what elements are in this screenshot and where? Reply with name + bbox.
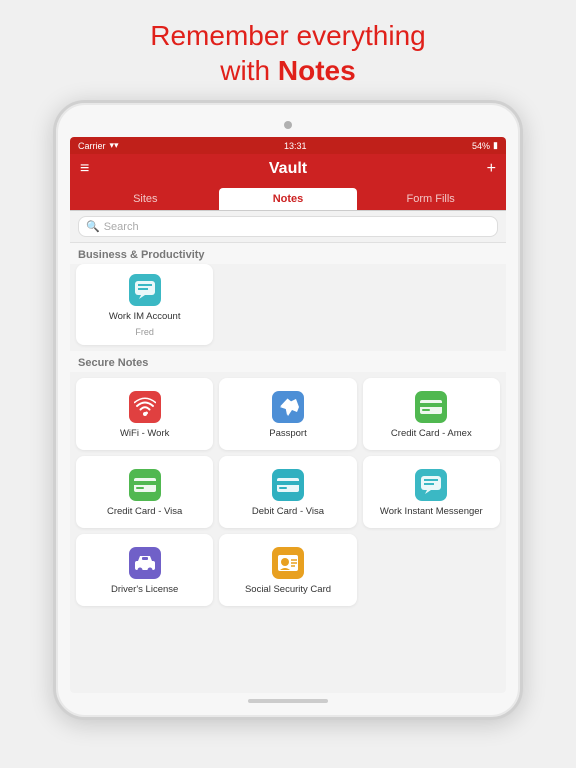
credit-card-icon-svg (419, 399, 443, 415)
carrier-label: Carrier (78, 141, 106, 151)
battery-label: 54% (472, 141, 490, 151)
social-security-label: Social Security Card (245, 584, 331, 595)
card-debit-visa[interactable]: Debit Card - Visa (219, 456, 356, 528)
wifi-work-icon (129, 391, 161, 423)
card-work-instant-messenger[interactable]: Work Instant Messenger (363, 456, 500, 528)
tab-sites[interactable]: Sites (76, 188, 215, 210)
work-instant-messenger-label: Work Instant Messenger (380, 506, 483, 517)
drivers-license-icon (129, 547, 161, 579)
messenger-icon-svg (420, 475, 442, 495)
secure-notes-grid: WiFi - Work Passport (70, 372, 506, 612)
wifi-icon: ▾▾ (110, 140, 119, 151)
credit-visa-label: Credit Card - Visa (107, 506, 182, 517)
promo-header: Remember everything with Notes (110, 0, 465, 100)
wifi-icon-svg (134, 396, 156, 418)
tab-notes[interactable]: Notes (219, 188, 358, 210)
card-social-security[interactable]: Social Security Card (219, 534, 356, 606)
passport-label: Passport (269, 428, 307, 439)
status-bar-left: Carrier ▾▾ (78, 140, 119, 151)
section-secure-notes: Secure Notes (70, 351, 506, 372)
section-business: Business & Productivity (70, 243, 506, 264)
passport-icon (272, 391, 304, 423)
status-bar-time: 13:31 (284, 141, 307, 151)
business-grid: Work IM Account Fred (70, 264, 506, 351)
message-icon-svg (134, 280, 156, 300)
social-security-icon (272, 547, 304, 579)
id-card-icon-svg (277, 553, 299, 573)
status-bar: Carrier ▾▾ 13:31 54% ▮ (70, 137, 506, 154)
drivers-license-label: Driver's License (111, 584, 178, 595)
device-camera (284, 121, 292, 129)
search-bar: 🔍 Search (70, 211, 506, 243)
work-im-label: Work IM Account (109, 311, 181, 322)
plane-icon-svg (277, 396, 299, 418)
nav-bar: ≡ Vault + (70, 154, 506, 184)
search-input-wrap[interactable]: 🔍 Search (78, 216, 498, 237)
content: Business & Productivity Work IM Account … (70, 243, 506, 693)
device: Carrier ▾▾ 13:31 54% ▮ ≡ Vault + Sites N… (53, 100, 523, 720)
tab-bar: Sites Notes Form Fills (70, 184, 506, 211)
promo-line1: Remember everything (150, 20, 425, 51)
promo-bold: Notes (278, 55, 356, 86)
credit-amex-icon (415, 391, 447, 423)
search-placeholder: Search (104, 221, 139, 233)
work-messenger-icon (415, 469, 447, 501)
menu-icon[interactable]: ≡ (80, 160, 89, 178)
credit-amex-label: Credit Card - Amex (391, 428, 472, 439)
battery-icon: ▮ (493, 140, 498, 151)
credit-card2-icon-svg (133, 477, 157, 493)
wifi-work-label: WiFi - Work (120, 428, 169, 439)
screen: Carrier ▾▾ 13:31 54% ▮ ≡ Vault + Sites N… (70, 137, 506, 693)
credit-visa-icon (129, 469, 161, 501)
card-wifi-work[interactable]: WiFi - Work (76, 378, 213, 450)
add-icon[interactable]: + (487, 160, 496, 178)
nav-title: Vault (269, 160, 307, 178)
debit-visa-icon (272, 469, 304, 501)
promo-line2: with (220, 55, 278, 86)
card-drivers-license[interactable]: Driver's License (76, 534, 213, 606)
card-passport[interactable]: Passport (219, 378, 356, 450)
card-credit-amex[interactable]: Credit Card - Amex (363, 378, 500, 450)
debit-card-icon-svg (276, 477, 300, 493)
home-indicator[interactable] (248, 699, 328, 703)
card-work-im-account[interactable]: Work IM Account Fred (76, 264, 213, 345)
work-im-sublabel: Fred (135, 327, 154, 337)
card-credit-visa[interactable]: Credit Card - Visa (76, 456, 213, 528)
car-icon-svg (133, 554, 157, 572)
search-icon: 🔍 (86, 220, 100, 233)
work-im-icon (129, 274, 161, 306)
status-bar-right: 54% ▮ (472, 140, 498, 151)
tab-form-fills[interactable]: Form Fills (361, 188, 500, 210)
debit-visa-label: Debit Card - Visa (252, 506, 324, 517)
